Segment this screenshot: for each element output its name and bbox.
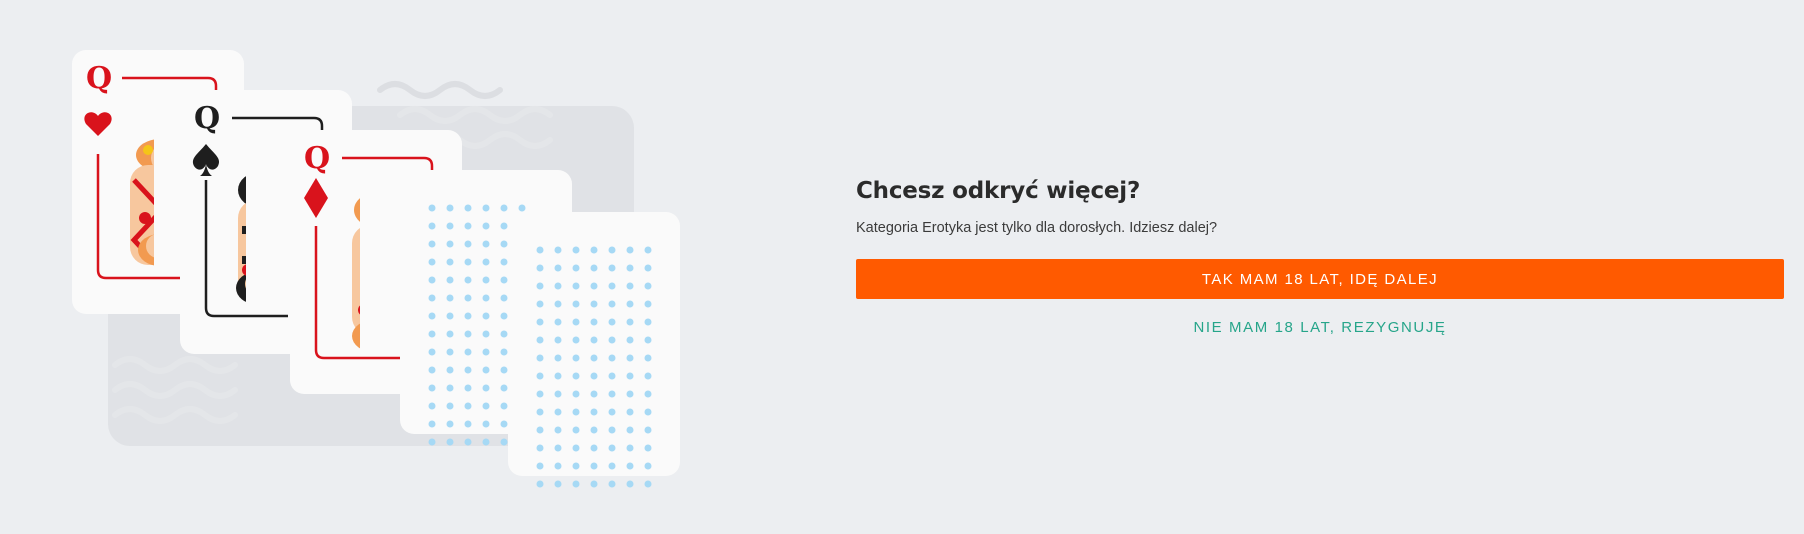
age-verification-panel: Chcesz odkryć więcej? Kategoria Erotyka … bbox=[856, 178, 1784, 336]
playing-cards-illustration: Q Q Q bbox=[60, 40, 700, 490]
card-back bbox=[508, 212, 680, 488]
card-rank: Q bbox=[304, 141, 330, 176]
age-gate-description: Kategoria Erotyka jest tylko dla dorosły… bbox=[856, 220, 1218, 236]
confirm-age-button[interactable]: TAK MAM 18 LAT, IDĘ DALEJ bbox=[856, 259, 1784, 299]
card-rank: Q bbox=[86, 61, 112, 96]
card-rank: Q bbox=[194, 101, 220, 136]
decline-age-button[interactable]: NIE MAM 18 LAT, REZYGNUJĘ bbox=[856, 319, 1784, 336]
age-gate-title: Chcesz odkryć więcej? bbox=[856, 178, 1141, 204]
